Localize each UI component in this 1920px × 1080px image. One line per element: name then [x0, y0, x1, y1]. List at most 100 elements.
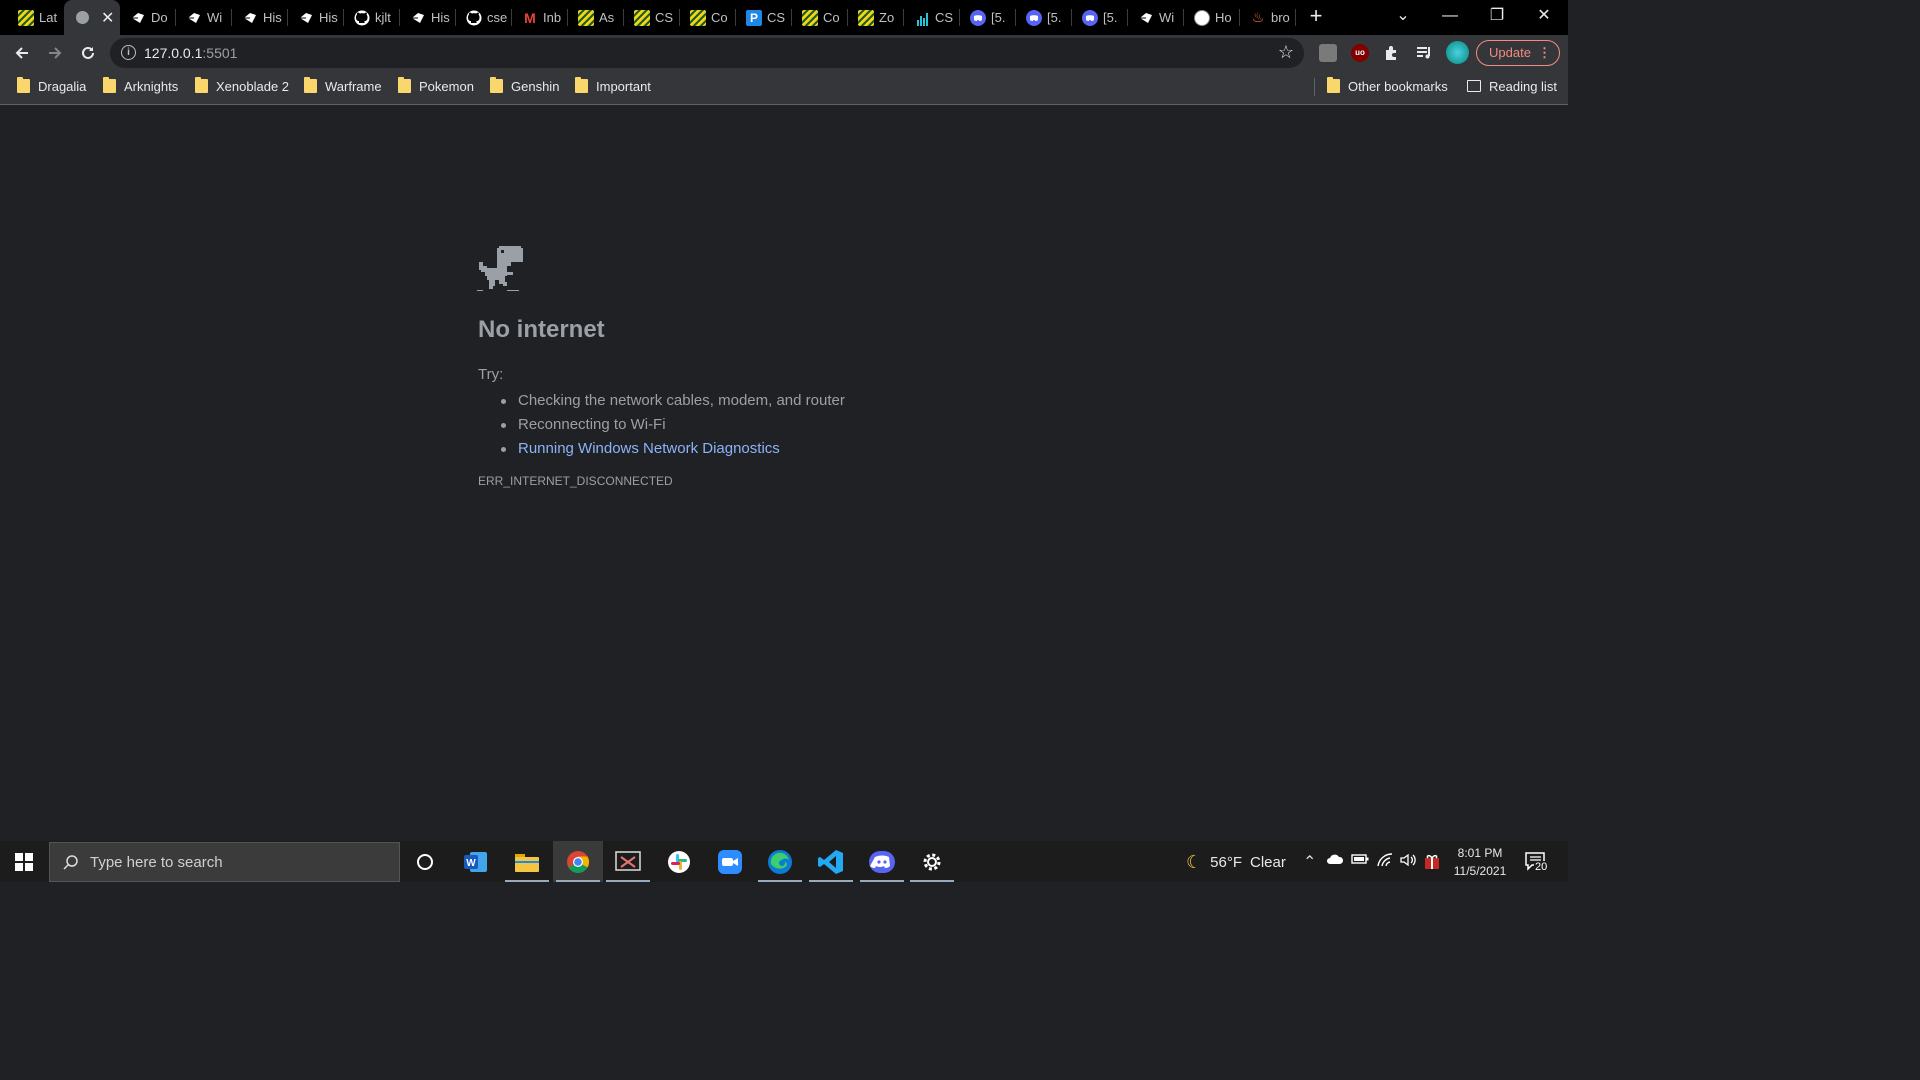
reading-list-button[interactable]: Reading list: [1467, 71, 1557, 101]
chrome-button[interactable]: [553, 841, 603, 882]
zoom-button[interactable]: [705, 841, 755, 882]
reload-button[interactable]: [74, 39, 102, 67]
back-button[interactable]: [8, 39, 36, 67]
browser-tab[interactable]: Zo: [848, 0, 904, 35]
edge-button[interactable]: [755, 841, 805, 882]
folder-icon: [304, 77, 317, 93]
forward-button[interactable]: [41, 39, 69, 67]
browser-tab[interactable]: Co: [680, 0, 736, 35]
browser-tab[interactable]: Ho: [1184, 0, 1240, 35]
tab-search-button[interactable]: ⌄: [1380, 0, 1426, 32]
p-icon: P: [746, 9, 762, 26]
browser-tab[interactable]: His: [288, 0, 344, 35]
slack-button[interactable]: [654, 841, 704, 882]
browser-tab[interactable]: ✕: [64, 0, 120, 35]
bookmark-folder[interactable]: Genshin: [490, 71, 559, 101]
cortana-button[interactable]: [400, 841, 450, 882]
volume-icon[interactable]: [1399, 852, 1417, 871]
cortana-icon: [417, 853, 433, 870]
bookmark-folder[interactable]: Warframe: [304, 71, 382, 101]
bookmark-folder[interactable]: Dragalia: [17, 71, 86, 101]
media-queue-icon[interactable]: [1415, 44, 1433, 62]
close-tab-icon[interactable]: ✕: [101, 8, 114, 28]
discord-button[interactable]: [857, 841, 907, 882]
url-text[interactable]: 127.0.0.1:5501: [144, 45, 237, 61]
new-tab-button[interactable]: +: [1304, 5, 1328, 29]
tab-separator: [1295, 9, 1296, 26]
system-clock[interactable]: 8:01 PM 11/5/2021: [1448, 844, 1512, 880]
extension-gray-icon[interactable]: [1319, 44, 1337, 62]
windows-logo-icon: [15, 852, 33, 871]
browser-tab[interactable]: P CS: [736, 0, 792, 35]
app-running-indicator: [860, 880, 904, 882]
snipping-tool-button[interactable]: [603, 841, 653, 882]
notification-count: 20: [1534, 861, 1549, 873]
tab-title: Co: [823, 10, 840, 25]
address-bar[interactable]: i 127.0.0.1:5501 ☆: [110, 38, 1304, 68]
tab-title: Wi: [1159, 10, 1175, 25]
browser-tab[interactable]: CS: [904, 0, 960, 35]
bookmark-folder[interactable]: Important: [575, 71, 651, 101]
browser-tab[interactable]: CS: [624, 0, 680, 35]
browser-tab[interactable]: [5.: [960, 0, 1016, 35]
extensions-puzzle-icon[interactable]: [1383, 44, 1401, 62]
tab-title: His: [319, 10, 338, 25]
start-button[interactable]: [0, 841, 48, 882]
folder-icon: [17, 77, 30, 93]
close-window-button[interactable]: ✕: [1521, 0, 1567, 32]
action-center-button[interactable]: 20: [1524, 850, 1549, 879]
weather-temp: 56°F: [1210, 854, 1242, 871]
restore-button[interactable]: ❐: [1474, 0, 1520, 32]
bookmark-label: Other bookmarks: [1348, 78, 1448, 94]
show-hidden-icons-button[interactable]: ⌃: [1303, 852, 1316, 872]
vscode-button[interactable]: [806, 841, 856, 882]
bookmark-label: Pokemon: [419, 78, 474, 94]
app-running-indicator: [606, 880, 650, 882]
browser-tab[interactable]: Co: [792, 0, 848, 35]
wifi-icon[interactable]: [1376, 852, 1394, 871]
tab-title: [5.: [1103, 10, 1118, 25]
browser-tab[interactable]: Do: [120, 0, 176, 35]
network-diagnostics-link[interactable]: Running Windows Network Diagnostics: [501, 437, 845, 461]
discord-icon: [1026, 9, 1042, 26]
bookmark-folder[interactable]: Pokemon: [398, 71, 474, 101]
browser-tab[interactable]: cse: [456, 0, 512, 35]
battery-icon[interactable]: [1351, 852, 1369, 868]
onedrive-cloud-icon[interactable]: [1326, 852, 1344, 869]
folder-icon: [398, 77, 411, 93]
site-info-icon[interactable]: i: [121, 45, 136, 60]
browser-tab[interactable]: [5.: [1016, 0, 1072, 35]
browser-tab[interactable]: Wi: [176, 0, 232, 35]
kite-icon: [1138, 10, 1154, 26]
taskbar-search-box[interactable]: Type here to search: [49, 842, 400, 882]
browser-tab[interactable]: Lat: [8, 0, 64, 35]
profile-avatar-icon[interactable]: [1446, 41, 1469, 64]
bookmark-other-bookmarks[interactable]: Other bookmarks: [1327, 71, 1448, 101]
stripe-icon: [18, 9, 34, 26]
browser-tab[interactable]: Wi: [1128, 0, 1184, 35]
update-button[interactable]: Update ⋮: [1476, 40, 1560, 66]
browser-tab[interactable]: kjlt: [344, 0, 400, 35]
minimize-button[interactable]: —: [1427, 0, 1473, 32]
browser-tab[interactable]: His: [232, 0, 288, 35]
browser-tab[interactable]: ♨ bro: [1240, 0, 1296, 35]
bookmark-folder[interactable]: Arknights: [103, 71, 178, 101]
bookmark-folder[interactable]: Xenoblade 2: [195, 71, 289, 101]
word-button[interactable]: W: [451, 841, 501, 882]
bookmark-star-icon[interactable]: ☆: [1278, 42, 1294, 63]
browser-tab[interactable]: [5.: [1072, 0, 1128, 35]
browser-tab[interactable]: As: [568, 0, 624, 35]
vscode-icon: [818, 849, 843, 874]
gift-notification-icon[interactable]: [1424, 852, 1440, 873]
settings-button[interactable]: [907, 841, 957, 882]
browser-tab[interactable]: M Inb: [512, 0, 568, 35]
ublock-icon[interactable]: uo: [1351, 44, 1369, 62]
weather-condition: Clear: [1250, 854, 1286, 871]
github-icon: [354, 10, 370, 26]
reading-list-label: Reading list: [1489, 78, 1557, 94]
weather-widget[interactable]: ☾ 56°F Clear: [1186, 852, 1286, 873]
file-explorer-button[interactable]: [502, 841, 552, 882]
folder-icon: [1327, 77, 1340, 93]
browser-tab[interactable]: His: [400, 0, 456, 35]
bookmark-label: Genshin: [511, 78, 560, 94]
